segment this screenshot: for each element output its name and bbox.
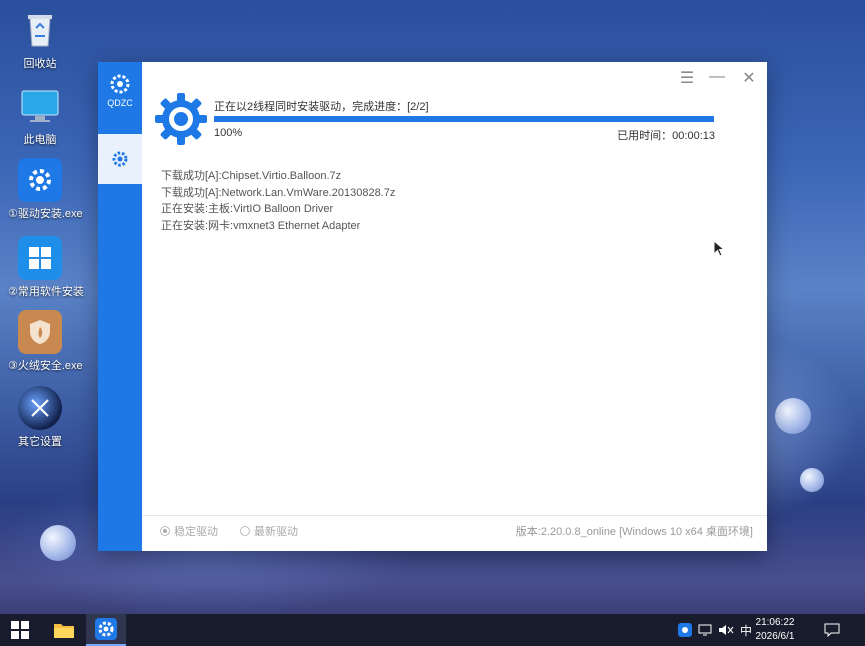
elapsed-time: 已用时间：00:00:13 <box>617 127 715 143</box>
gear-logo-icon <box>110 74 130 94</box>
taskbar-driver-installer[interactable] <box>86 614 126 646</box>
start-button[interactable] <box>0 614 40 646</box>
mouse-cursor-icon <box>713 240 726 257</box>
network-icon[interactable] <box>698 623 712 637</box>
desktop-icon-recycle-bin[interactable]: 回收站 <box>8 8 72 71</box>
stable-driver-label: 稳定驱动 <box>174 526 218 538</box>
close-icon[interactable]: ✕ <box>739 68 759 88</box>
latest-driver-radio[interactable]: 最新驱动 <box>240 523 298 539</box>
wallpaper-orb <box>800 468 824 492</box>
other-settings-icon <box>18 386 62 430</box>
install-status-text: 正在以2线程同时安装驱动，完成进度：[2/2] <box>214 101 429 113</box>
install-log: 下载成功[A]:Chipset.Virtio.Balloon.7z 下载成功[A… <box>161 168 395 234</box>
menu-icon[interactable]: ☰ <box>677 68 697 88</box>
app-logo: QDZC <box>98 72 142 108</box>
folder-icon <box>54 624 74 638</box>
volume-muted-icon[interactable] <box>718 623 734 637</box>
elapsed-value: 00:00:13 <box>672 130 715 142</box>
desktop-icon-label: ③火绒安全.exe <box>8 360 83 372</box>
desktop-icon-label: ②常用软件安装 <box>8 286 84 298</box>
desktop-icon-other-settings[interactable]: 其它设置 <box>8 386 72 449</box>
stable-driver-radio[interactable]: 稳定驱动 <box>160 523 218 539</box>
taskbar-file-explorer[interactable] <box>44 614 84 646</box>
desktop-icon-label: 回收站 <box>23 58 57 70</box>
notification-icon <box>824 623 840 637</box>
footer-divider <box>142 515 767 516</box>
log-line: 下载成功[A]:Network.Lan.VmWare.20130828.7z <box>161 186 396 199</box>
system-tray: 中 <box>678 614 752 646</box>
recycle-bin-icon <box>18 8 62 52</box>
elapsed-label: 已用时间： <box>617 130 673 142</box>
version-info: 版本:2.20.0.8_online [Windows 10 x64 桌面环境] <box>515 526 753 538</box>
taskbar: 中 21:06:22 2026/6/1 <box>0 614 865 646</box>
driver-installer-window: QDZC ☰ — ✕ 正在以2线程同时安装驱动，完成进度：[2/2] 100% … <box>98 62 767 551</box>
sidebar-item-settings[interactable] <box>98 134 142 184</box>
progress-bar <box>214 116 714 122</box>
gear-icon <box>112 151 128 167</box>
driver-app-icon <box>95 618 117 640</box>
desktop-icon-driver-install[interactable]: ①驱动安装.exe <box>8 158 83 221</box>
minimize-icon[interactable]: — <box>707 68 727 86</box>
wallpaper-orb <box>775 398 811 434</box>
clock[interactable]: 21:06:22 2026/6/1 <box>745 616 805 644</box>
log-line: 正在安装:网卡:vmxnet3 Ethernet Adapter <box>161 219 361 232</box>
desktop-icon-label: ①驱动安装.exe <box>8 208 83 220</box>
driver-tray-icon[interactable] <box>678 623 692 637</box>
progress-percent: 100% <box>214 127 243 139</box>
clock-time: 21:06:22 <box>755 617 795 628</box>
computer-icon <box>18 84 62 128</box>
software-install-icon <box>18 236 62 280</box>
log-line: 下载成功[A]:Chipset.Virtio.Balloon.7z <box>161 170 342 182</box>
clock-date: 2026/6/1 <box>755 631 795 642</box>
desktop-icon-this-pc[interactable]: 此电脑 <box>8 84 72 147</box>
progress-bar-fill <box>214 116 714 122</box>
latest-driver-label: 最新驱动 <box>254 526 298 538</box>
desktop-icon-label: 其它设置 <box>18 436 62 448</box>
notification-button[interactable] <box>812 614 852 646</box>
desktop-icon-software-install[interactable]: ②常用软件安装 <box>8 236 84 299</box>
windows-logo-icon <box>11 621 29 639</box>
desktop-icon-label: 此电脑 <box>23 134 57 146</box>
huorong-security-icon <box>18 310 62 354</box>
desktop-icon-huorong[interactable]: ③火绒安全.exe <box>8 310 83 373</box>
driver-install-icon <box>18 158 62 202</box>
wallpaper-orb <box>40 525 76 561</box>
app-logo-text: QDZC <box>107 98 133 108</box>
radio-checked-icon <box>160 526 170 536</box>
progress-gear-icon <box>155 93 207 145</box>
main-content: ☰ — ✕ 正在以2线程同时安装驱动，完成进度：[2/2] 100% 已用时间：… <box>142 62 767 551</box>
radio-unchecked-icon <box>240 526 250 536</box>
log-line: 正在安装:主板:VirtIO Balloon Driver <box>161 203 334 215</box>
sidebar: QDZC <box>98 62 142 551</box>
